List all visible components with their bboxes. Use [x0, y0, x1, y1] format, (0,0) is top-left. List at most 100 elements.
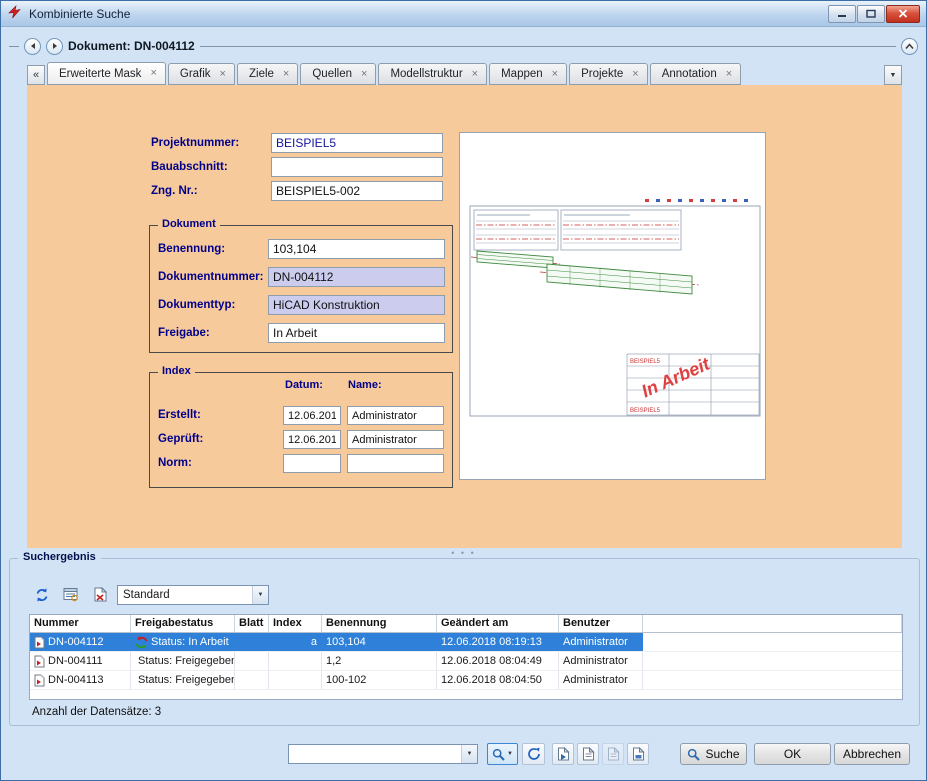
- tab-erweiterte-maske[interactable]: Erweiterte Mask ×: [47, 62, 166, 85]
- results-group-title: Suchergebnis: [18, 551, 101, 563]
- cell-geaendert-am: 12.06.2018 08:04:49: [437, 652, 559, 670]
- remove-result-list-button[interactable]: [88, 584, 112, 605]
- tab-ziele[interactable]: Ziele ×: [237, 63, 298, 85]
- tab-close-icon[interactable]: ×: [726, 69, 732, 80]
- tab-quellen[interactable]: Quellen ×: [300, 63, 376, 85]
- tab-close-icon[interactable]: ×: [361, 69, 367, 80]
- tab-close-icon[interactable]: ×: [150, 68, 156, 79]
- search-mask-form: Projektnummer: Bauabschnitt: Zng. Nr.: D…: [27, 85, 902, 548]
- erstellt-datum-input[interactable]: [283, 406, 341, 425]
- document-action-button-4[interactable]: [627, 743, 649, 765]
- tab-label: Ziele: [249, 68, 274, 80]
- search-button[interactable]: Suche: [680, 743, 747, 765]
- configure-result-list-button[interactable]: [59, 584, 83, 605]
- column-header-geaendert-am[interactable]: Geändert am: [437, 615, 559, 632]
- cell-blatt: [235, 671, 269, 689]
- benennung-input[interactable]: [268, 239, 445, 259]
- projektnummer-input[interactable]: [271, 133, 443, 153]
- chevron-up-icon: [905, 43, 914, 50]
- footer-combobox[interactable]: ▼: [288, 744, 478, 764]
- table-row-dn-004113[interactable]: DN-004113 Status: Freigegeben 100-102 12…: [30, 671, 902, 690]
- refresh-circular-icon: [527, 747, 541, 761]
- app-icon: [7, 4, 23, 23]
- freigabe-label: Freigabe:: [158, 323, 210, 343]
- remove-list-icon: [93, 587, 108, 602]
- collapse-button[interactable]: [901, 38, 918, 55]
- search-options-button[interactable]: ▼: [487, 743, 518, 765]
- dropdown-arrow-icon: ▼: [507, 751, 513, 757]
- result-list-icon: [63, 587, 79, 602]
- erstellt-name-input[interactable]: [347, 406, 444, 425]
- tab-label: Mappen: [501, 68, 543, 80]
- dropdown-arrow-icon[interactable]: ▼: [252, 586, 268, 604]
- drawing-preview-panel: BEISPIEL5 BEISPIEL5 In Arbeit: [459, 132, 766, 480]
- table-row-dn-004112[interactable]: DN-004112 Status: In Arbeit a 103,104 12…: [30, 633, 902, 652]
- nav-next-button[interactable]: [46, 38, 63, 55]
- tab-projekte[interactable]: Projekte ×: [569, 63, 648, 85]
- document-header-label: Dokument: DN-004112: [68, 39, 195, 53]
- window-title: Kombinierte Suche: [29, 7, 130, 21]
- cell-geaendert-am: 12.06.2018 08:19:13: [437, 633, 559, 651]
- norm-datum-input[interactable]: [283, 454, 341, 473]
- geprueft-label: Geprüft:: [158, 429, 203, 449]
- table-header-row: Nummer Freigabestatus Blatt Index Benenn…: [30, 615, 902, 633]
- column-header-freigabestatus[interactable]: Freigabestatus: [131, 615, 235, 632]
- document-action-button-1[interactable]: [552, 743, 574, 765]
- column-header-blatt[interactable]: Blatt: [235, 615, 269, 632]
- tab-mappen[interactable]: Mappen ×: [489, 63, 567, 85]
- cell-freigabestatus: Status: Freigegeben: [138, 671, 235, 689]
- tab-overflow-button[interactable]: ▼: [884, 65, 902, 85]
- dokument-group-title: Dokument: [158, 218, 220, 230]
- index-datum-column-label: Datum:: [285, 379, 323, 391]
- column-header-benennung[interactable]: Benennung: [322, 615, 437, 632]
- dokumentnummer-input[interactable]: [268, 267, 445, 287]
- erstellt-label: Erstellt:: [158, 405, 201, 425]
- tab-close-icon[interactable]: ×: [472, 69, 478, 80]
- zng-nr-label: Zng. Nr.:: [151, 181, 198, 201]
- nav-previous-button[interactable]: [24, 38, 41, 55]
- refresh-results-button[interactable]: [30, 584, 54, 605]
- maximize-button[interactable]: [857, 5, 885, 23]
- document-action-button-2[interactable]: [577, 743, 599, 765]
- norm-name-input[interactable]: [347, 454, 444, 473]
- cancel-button[interactable]: Abbrechen: [834, 743, 910, 765]
- table-row-dn-004111[interactable]: DN-004111 Status: Freigegeben 1,2 12.06.…: [30, 652, 902, 671]
- tab-label: Modellstruktur: [390, 68, 462, 80]
- cell-index: [269, 652, 322, 670]
- column-header-index[interactable]: Index: [269, 615, 322, 632]
- tab-annotation[interactable]: Annotation ×: [650, 63, 741, 85]
- minimize-button[interactable]: [828, 5, 856, 23]
- column-header-benutzer[interactable]: Benutzer: [559, 615, 643, 632]
- ok-button[interactable]: OK: [754, 743, 831, 765]
- tab-close-icon[interactable]: ×: [552, 69, 558, 80]
- geprueft-name-input[interactable]: [347, 430, 444, 449]
- results-toolbar: Standard ▼: [30, 584, 269, 605]
- tab-modellstruktur[interactable]: Modellstruktur ×: [378, 63, 487, 85]
- refresh-search-button[interactable]: [522, 743, 545, 765]
- tabbar: « Erweiterte Mask × Grafik × Ziele × Que…: [27, 61, 902, 85]
- cell-benennung: 103,104: [322, 633, 437, 651]
- document-action-button-3[interactable]: [602, 743, 624, 765]
- result-filter-combobox[interactable]: Standard ▼: [117, 585, 269, 605]
- dokumenttyp-input[interactable]: [268, 295, 445, 315]
- magnifier-icon: [492, 748, 505, 761]
- magnifier-icon: [687, 748, 700, 761]
- bauabschnitt-input[interactable]: [271, 157, 443, 177]
- tab-close-icon[interactable]: ×: [283, 69, 289, 80]
- tab-close-icon[interactable]: ×: [632, 69, 638, 80]
- zng-nr-input[interactable]: [271, 181, 443, 201]
- column-header-filler: [643, 615, 902, 632]
- freigabe-input[interactable]: [268, 323, 445, 343]
- tab-close-icon[interactable]: ×: [220, 69, 226, 80]
- record-count-text: Anzahl der Datensätze: 3: [32, 706, 161, 718]
- close-button[interactable]: [886, 5, 920, 23]
- dropdown-arrow-icon[interactable]: ▼: [461, 745, 477, 763]
- geprueft-datum-input[interactable]: [283, 430, 341, 449]
- norm-label: Norm:: [158, 453, 192, 473]
- header-rule: [200, 46, 896, 47]
- column-header-nummer[interactable]: Nummer: [30, 615, 131, 632]
- cell-index: a: [269, 633, 322, 651]
- tab-scroll-left-button[interactable]: «: [27, 65, 45, 85]
- tab-grafik[interactable]: Grafik ×: [168, 63, 235, 85]
- results-group: Suchergebnis: [9, 558, 920, 726]
